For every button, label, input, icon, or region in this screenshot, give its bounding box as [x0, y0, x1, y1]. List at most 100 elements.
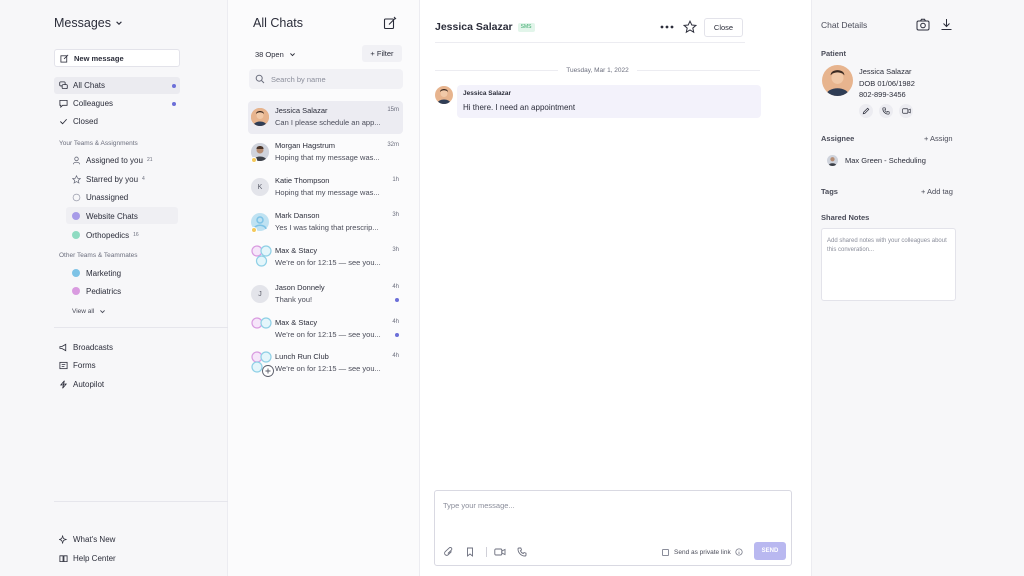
nav-colleagues[interactable]: Colleagues [54, 95, 180, 112]
chat-list-item[interactable]: Jessica Salazar Can I please schedule an… [248, 101, 403, 134]
team-assigned-to-you[interactable]: Assigned to you 21 [72, 152, 153, 168]
patient-dob: DOB 01/06/1982 [859, 78, 915, 88]
team-count: 4 [142, 176, 145, 182]
nav-forms[interactable]: Forms [54, 357, 180, 374]
team-label: Starred by you [86, 174, 139, 184]
phone-icon[interactable] [517, 547, 527, 557]
compose-icon[interactable] [383, 16, 397, 30]
chat-list-item[interactable]: Max & Stacy We’re on for 12:15 — see you… [248, 313, 403, 346]
team-website-chats[interactable]: Website Chats [72, 208, 138, 224]
nav-broadcasts-label: Broadcasts [73, 343, 114, 352]
user-icon [72, 156, 81, 165]
chat-time: 1h [392, 177, 399, 183]
nav-colleagues-label: Colleagues [73, 99, 114, 108]
bookmark-icon[interactable] [465, 547, 475, 557]
phone-icon[interactable] [879, 104, 893, 118]
sparkles-icon [59, 535, 68, 544]
nav-whats-new-label: What's New [73, 535, 116, 544]
video-icon[interactable] [899, 104, 913, 118]
patient-info: Jessica Salazar DOB 01/06/1982 802-899-3… [859, 66, 915, 101]
divider [54, 501, 228, 502]
chat-time: 4h [392, 353, 399, 359]
chat-name: Max & Stacy [275, 318, 318, 327]
messages-title: Messages [54, 16, 111, 30]
book-icon [59, 554, 68, 563]
lightning-icon [59, 380, 68, 389]
private-link-option[interactable]: Send as private link [662, 547, 743, 557]
chat-list-item[interactable]: Max & Stacy We’re on for 12:15 — see you… [248, 241, 403, 274]
download-icon[interactable] [940, 18, 953, 31]
message-composer[interactable]: Type your message... Send as private lin… [434, 490, 792, 566]
avatar-initial: J [251, 285, 269, 303]
chat-time: 3h [392, 247, 399, 253]
chat-list-item[interactable]: Mark Danson Yes I was taking that prescr… [248, 206, 403, 239]
nav-whats-new[interactable]: What's New [54, 531, 180, 548]
team-marketing[interactable]: Marketing [72, 265, 121, 281]
nav-all-chats-label: All Chats [73, 81, 106, 90]
notes-placeholder: Add shared notes with your colleagues ab… [827, 238, 947, 253]
team-color-dot [72, 287, 80, 295]
chat-time: 4h [392, 319, 399, 325]
nav-autopilot[interactable]: Autopilot [54, 376, 180, 393]
send-button[interactable]: SEND [754, 542, 786, 560]
patient-phone: 802-899-3456 [859, 90, 906, 99]
video-icon[interactable] [494, 547, 506, 557]
tags-section-label: Tags [821, 187, 838, 196]
unread-indicator [395, 298, 399, 302]
chevron-down-icon [99, 308, 106, 315]
team-pediatrics[interactable]: Pediatrics [72, 283, 121, 299]
close-conversation-button[interactable]: Close [704, 18, 743, 37]
view-all-link[interactable]: View all [72, 303, 106, 319]
chat-list-item[interactable]: K Katie Thompson Hoping that my message … [248, 171, 403, 204]
compose-icon [60, 54, 69, 63]
nav-broadcasts[interactable]: Broadcasts [54, 339, 180, 356]
divider-line [636, 69, 761, 71]
chat-name: Jessica Salazar [275, 106, 328, 115]
assign-button[interactable]: + Assign [924, 134, 953, 143]
team-orthopedics[interactable]: Orthopedics 16 [72, 227, 139, 243]
patient-section-label: Patient [821, 49, 847, 58]
nav-closed-label: Closed [73, 117, 98, 126]
team-unassigned[interactable]: Unassigned [72, 189, 128, 205]
nav-help-center[interactable]: Help Center [54, 550, 180, 567]
shared-notes-input[interactable]: Add shared notes with your colleagues ab… [821, 228, 956, 301]
search-field[interactable]: Search by name [249, 69, 403, 89]
unread-indicator [395, 333, 399, 337]
chat-time: 4h [392, 284, 399, 290]
chat-preview: We’re on for 12:15 — see you... [275, 258, 381, 267]
team-label: Orthopedics [86, 230, 130, 240]
chat-list-item[interactable]: Morgan Hagstrum Hoping that my message w… [248, 136, 403, 169]
new-message-button[interactable]: New message [54, 49, 180, 67]
messages-menu[interactable]: Messages [54, 15, 123, 31]
private-link-checkbox[interactable] [662, 548, 669, 556]
unread-indicator [172, 84, 176, 88]
edit-icon[interactable] [859, 104, 873, 118]
filter-button[interactable]: + Filter [362, 45, 402, 62]
nav-forms-label: Forms [73, 361, 96, 370]
team-label: Assigned to you [86, 155, 143, 165]
attachment-icon[interactable] [444, 547, 454, 557]
chat-preview: Hoping that my message was... [275, 153, 380, 162]
team-starred-by-you[interactable]: Starred by you 4 [72, 171, 145, 187]
nav-closed[interactable]: Closed [54, 113, 180, 130]
chat-time: 15m [387, 107, 399, 113]
teams-section-header: Your Teams & Assignments [59, 140, 138, 147]
sender-avatar [435, 86, 453, 104]
chat-details-title: Chat Details [821, 20, 868, 30]
checkmark-icon [59, 117, 68, 126]
open-count-dropdown[interactable]: 38 Open [255, 48, 296, 60]
assignee-avatar [827, 155, 838, 166]
star-icon[interactable] [683, 20, 697, 34]
left-sidebar: Messages New message All Chats Colleague… [0, 0, 228, 576]
add-tag-button[interactable]: + Add tag [921, 187, 953, 196]
team-label: Pediatrics [86, 286, 122, 296]
camera-icon[interactable] [916, 18, 930, 31]
nav-all-chats[interactable]: All Chats [54, 77, 180, 94]
chat-list-item[interactable]: J Jason Donnely Thank you! 4h [248, 278, 403, 311]
group-avatar [251, 316, 273, 330]
date-divider-label: Tuesday, Mar 1, 2022 [566, 66, 629, 74]
empty-circle-icon [72, 193, 81, 202]
chat-list-item[interactable]: Lunch Run Club We’re on for 12:15 — see … [248, 347, 403, 380]
more-options-icon[interactable] [660, 22, 674, 32]
new-message-label: New message [74, 53, 124, 63]
